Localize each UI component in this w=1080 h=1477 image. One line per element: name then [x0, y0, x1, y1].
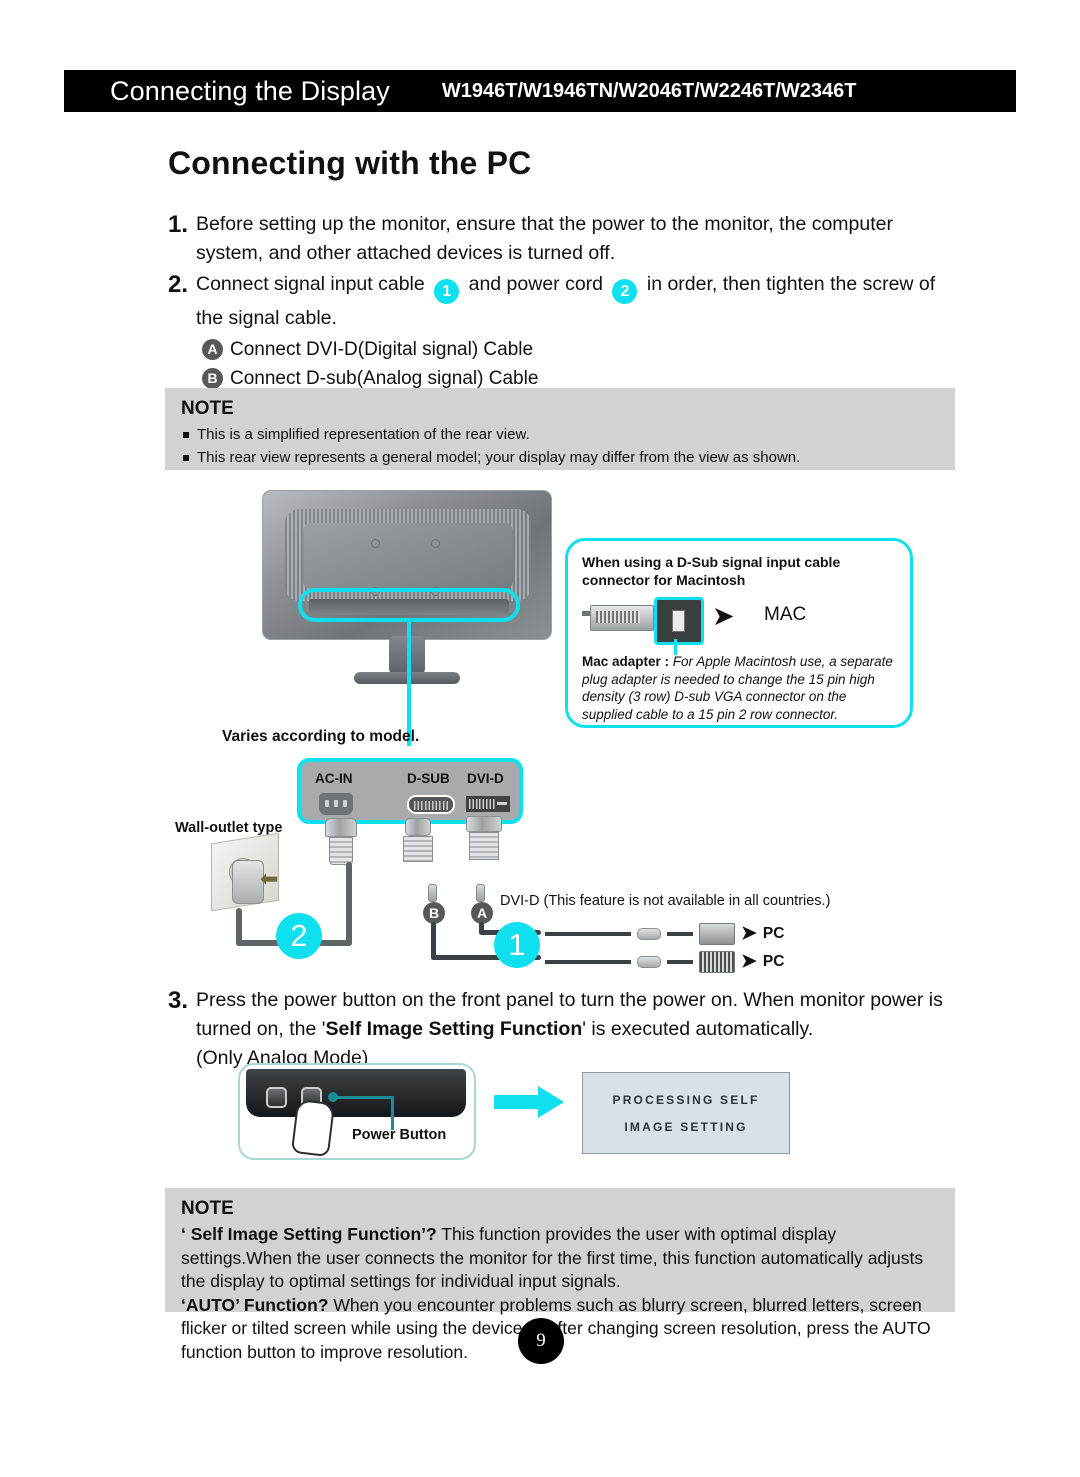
mac-adapter-icon: [654, 597, 704, 645]
mac-adapter-illustration: ➤ MAC: [582, 595, 896, 655]
step-1: 1. Before setting up the monitor, ensure…: [168, 210, 958, 268]
menu-button-icon: [266, 1087, 287, 1108]
step-3-text-part2: ' is executed automatically.: [582, 1018, 814, 1040]
port-label-dvi-d: DVI-D: [467, 771, 504, 786]
monitor-rear-view-illustration: [262, 490, 552, 746]
power-cord-badge-2: 2: [276, 913, 322, 959]
insert-arrow-icon: ⬅: [260, 866, 279, 891]
step-3-number: 3.: [168, 987, 189, 1014]
mac-callout-body-bold: Mac adapter :: [582, 654, 670, 669]
vesa-screw-hole-icon: [431, 539, 440, 548]
d-sub-plug-icon: [403, 818, 433, 862]
note-bottom-term-2: ‘AUTO’ Function?: [181, 1294, 329, 1315]
note-top-title: NOTE: [181, 398, 234, 419]
step-3: 3. Press the power button on the front p…: [168, 986, 958, 1073]
ferrite-bead-icon: [637, 955, 661, 968]
power-cord-segment: [346, 862, 352, 946]
monitor-port-panel: AC-IN D-SUB DVI-D: [297, 758, 523, 824]
ac-in-port-icon: [319, 793, 353, 815]
cable-line-icon: [667, 959, 693, 964]
step-3-text: Press the power button on the front pane…: [196, 986, 958, 1073]
cable-b-stalk-icon: [428, 884, 437, 902]
callout-badge-1: 1: [434, 279, 460, 304]
cable-badge-b: B: [423, 902, 445, 924]
arrow-right-icon: ➤: [712, 601, 735, 631]
vga-pins-icon: [596, 611, 640, 623]
mac-label: MAC: [764, 604, 807, 625]
step-2-text-part2: and power cord: [468, 273, 604, 295]
cable-a-stalk-icon: [476, 884, 485, 902]
osd-line-2: IMAGE SETTING: [624, 1119, 748, 1134]
chapter-header-bar: Connecting the Display W1946T/W1946TN/W2…: [64, 70, 1016, 112]
substep-a-label: Connect DVI-D(Digital signal) Cable: [230, 339, 534, 360]
instruction-step-3-block: 3. Press the power button on the front p…: [168, 986, 958, 1075]
note-box-bottom: NOTE ‘ Self Image Setting Function’? Thi…: [165, 1188, 955, 1362]
d-sub-port-icon: [407, 795, 455, 814]
mac-callout-heading: When using a D-Sub signal input cable co…: [582, 554, 841, 588]
step-3-bold-term: Self Image Setting Function: [325, 1018, 583, 1040]
dvi-connector-icon: [699, 922, 735, 945]
power-button-illustration: Power Button: [238, 1063, 476, 1160]
note-top-list: This is a simplified representation of t…: [181, 423, 939, 469]
step-2: 2. Connect signal input cable 1 and powe…: [168, 270, 958, 333]
note-top-bullet: This rear view represents a general mode…: [181, 446, 939, 469]
port-label-d-sub: D-SUB: [407, 771, 450, 786]
callout-lead-line: [391, 1096, 394, 1130]
step-1-number: 1.: [168, 211, 189, 238]
step-2-text-part1: Connect signal input cable: [196, 273, 425, 295]
port-label-ac-in: AC-IN: [315, 771, 353, 786]
signal-cable-badge-1: 1: [494, 922, 540, 968]
mac-adapter-lead-line: [674, 639, 677, 655]
page-number-badge: 9: [518, 1318, 564, 1364]
power-button-label: Power Button: [352, 1127, 447, 1143]
cable-line-icon: [545, 959, 631, 964]
cable-line-icon: [667, 931, 693, 936]
pc-label: PC: [762, 952, 785, 970]
osd-message-box: PROCESSING SELF IMAGE SETTING: [582, 1072, 790, 1154]
dvi-cable-to-pc-row: ➤ PC: [545, 922, 784, 945]
instruction-steps: 1. Before setting up the monitor, ensure…: [168, 210, 958, 393]
cable-badge-a: A: [471, 902, 493, 924]
substep-a: A Connect DVI-D(Digital signal) Cable: [202, 335, 958, 364]
note-bottom-para-1: ‘ Self Image Setting Function’? This fun…: [181, 1223, 939, 1294]
callout-badge-2: 2: [612, 279, 638, 304]
manual-page: Connecting the Display W1946T/W1946TN/W2…: [0, 0, 1080, 1477]
osd-line-1: PROCESSING SELF: [612, 1092, 760, 1107]
badge-b-icon: B: [202, 368, 223, 389]
port-area-highlight: [298, 588, 520, 622]
dvi-d-availability-note: DVI-D (This feature is not available in …: [500, 893, 831, 909]
mac-callout-body: Mac adapter : For Apple Macintosh use, a…: [582, 653, 896, 723]
pointing-finger-icon: [290, 1098, 336, 1158]
step-1-text: Before setting up the monitor, ensure th…: [196, 213, 893, 264]
model-list: W1946T/W1946TN/W2046T/W2246T/W2346T: [441, 79, 857, 102]
chapter-title: Connecting the Display: [110, 75, 390, 106]
dvi-d-port-icon: [466, 796, 510, 812]
dvi-d-plug-icon: [466, 816, 502, 860]
note-bottom-title: NOTE: [181, 1198, 234, 1219]
arrow-right-icon: ➤: [741, 923, 757, 944]
wall-outlet-illustration: ⬅: [205, 832, 301, 922]
d-sub-connector-icon: [699, 950, 735, 973]
page-title: Connecting with the PC: [168, 145, 532, 181]
arrow-right-icon: ➤: [741, 951, 757, 972]
pc-label: PC: [762, 924, 785, 942]
ferrite-bead-icon: [637, 927, 661, 940]
varies-according-to-model-label: Varies according to model.: [222, 728, 420, 745]
vesa-screw-hole-icon: [371, 539, 380, 548]
cable-line-icon: [545, 931, 631, 936]
callout-lead-line: [336, 1096, 394, 1099]
note-top-bullet: This is a simplified representation of t…: [181, 423, 939, 446]
note-box-top: NOTE This is a simplified representation…: [165, 388, 955, 470]
badge-a-icon: A: [202, 339, 223, 360]
step-2-text: Connect signal input cable 1 and power c…: [196, 270, 958, 333]
process-arrow: [494, 1086, 564, 1118]
mac-adapter-callout: When using a D-Sub signal input cable co…: [565, 538, 913, 728]
step-2-number: 2.: [168, 271, 189, 298]
dsub-cable-to-pc-row: ➤ PC: [545, 950, 784, 973]
monitor-inner-back: [303, 523, 513, 589]
note-bottom-term-1: ‘ Self Image Setting Function’?: [181, 1224, 437, 1244]
ac-power-plug-icon: [325, 818, 357, 865]
